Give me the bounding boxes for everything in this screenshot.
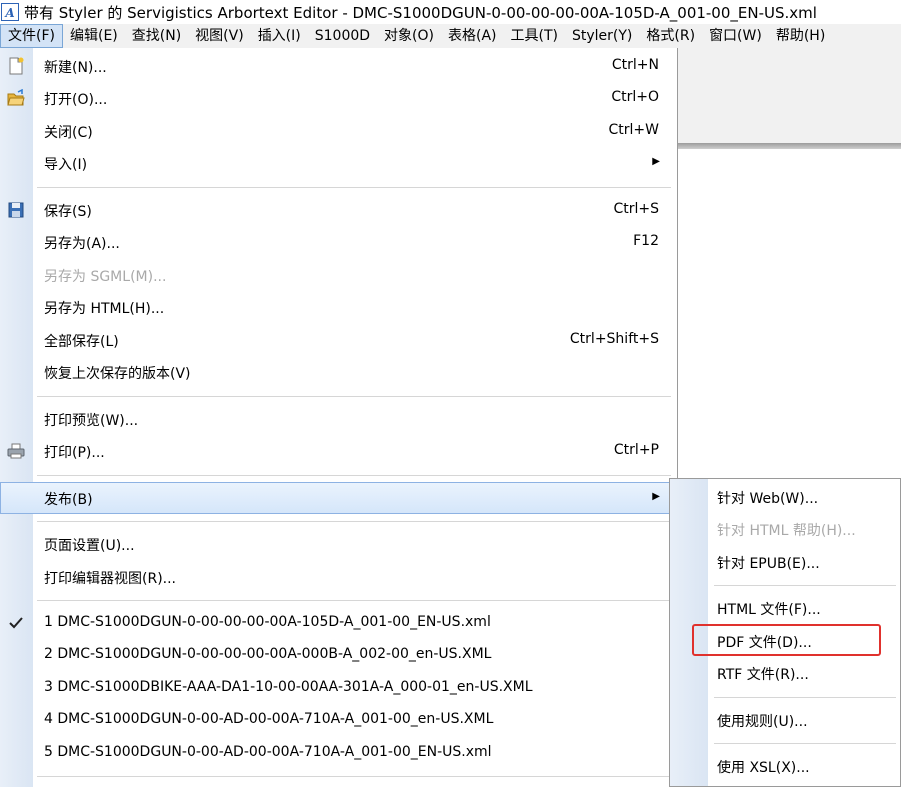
recent-file-item[interactable]: 1 DMC-S1000DGUN-0-00-00-00-00A-105D-A_00…: [0, 607, 677, 639]
menu-item-print-preview[interactable]: 打印预览(W)...: [0, 403, 677, 435]
new-document-icon: [9, 57, 24, 75]
menu-item-save-as-html[interactable]: 另存为 HTML(H)...: [0, 291, 677, 323]
recent-file-item[interactable]: 2 DMC-S1000DGUN-0-00-00-00-00A-000B-A_00…: [0, 639, 677, 671]
menu-view[interactable]: 视图(V): [188, 24, 251, 48]
arbortext-app-icon[interactable]: A: [1, 3, 19, 21]
pdf-highlight-annotation: [692, 624, 881, 656]
menu-item-page-setup[interactable]: 页面设置(U)...: [0, 528, 677, 560]
submenu-item-html-help: 针对 HTML 帮助(H)...: [717, 523, 856, 539]
menu-insert[interactable]: 插入(I): [251, 24, 308, 48]
menu-item-publish[interactable]: 发布(B) ▶: [0, 482, 677, 514]
menu-window[interactable]: 窗口(W): [702, 24, 769, 48]
printer-icon: [7, 443, 25, 459]
menu-separator: [37, 475, 671, 477]
recent-file-item[interactable]: 4 DMC-S1000DGUN-0-00-AD-00-00A-710A-A_00…: [0, 704, 677, 736]
menu-item-save-all[interactable]: 全部保存(L) Ctrl+Shift+S: [0, 324, 677, 356]
submenu-item-html-file[interactable]: HTML 文件(F)...: [670, 592, 900, 624]
menu-find[interactable]: 查找(N): [125, 24, 188, 48]
title-bar: A 带有 Styler 的 Servigistics Arbortext Edi…: [0, 0, 901, 24]
menu-item-print[interactable]: 打印(P)... Ctrl+P: [0, 435, 677, 467]
menu-separator: [714, 585, 896, 587]
menu-file[interactable]: 文件(F): [0, 24, 63, 48]
menu-item-open[interactable]: 打开(O)... Ctrl+O: [0, 82, 677, 114]
menu-styler[interactable]: Styler(Y): [565, 24, 639, 48]
menu-item-revert[interactable]: 恢复上次保存的版本(V): [0, 356, 677, 388]
menu-separator: [37, 187, 671, 189]
menu-object[interactable]: 对象(O): [377, 24, 441, 48]
menu-item-print-editor-view[interactable]: 打印编辑器视图(R)...: [0, 561, 677, 593]
checkmark-icon: [9, 617, 23, 629]
menu-separator: [37, 776, 671, 778]
toolbar-edge: [678, 143, 901, 149]
menu-separator: [714, 697, 896, 699]
recent-file-item[interactable]: 3 DMC-S1000DBIKE-AAA-DA1-10-00-00AA-301A…: [0, 672, 677, 704]
menu-separator: [37, 521, 671, 523]
recent-file-item[interactable]: 5 DMC-S1000DGUN-0-00-AD-00-00A-710A-A_00…: [0, 737, 677, 769]
menu-edit[interactable]: 编辑(E): [63, 24, 125, 48]
menu-separator: [714, 743, 896, 745]
toolbar-area: [678, 48, 901, 143]
submenu-item-use-xsl[interactable]: 使用 XSL(X)...: [670, 750, 900, 782]
menu-tools[interactable]: 工具(T): [504, 24, 565, 48]
menu-item-save[interactable]: 保存(S) Ctrl+S: [0, 194, 677, 226]
open-folder-icon: [7, 89, 25, 106]
submenu-item-use-rules[interactable]: 使用规则(U)...: [670, 704, 900, 736]
submenu-item-rtf-file[interactable]: RTF 文件(R)...: [670, 657, 900, 689]
menu-item-save-as[interactable]: 另存为(A)... F12: [0, 226, 677, 258]
submenu-arrow-icon: ▶: [652, 156, 660, 167]
submenu-item-web[interactable]: 针对 Web(W)...: [670, 481, 900, 513]
submenu-item-epub[interactable]: 针对 EPUB(E)...: [670, 546, 900, 578]
window-title: 带有 Styler 的 Servigistics Arbortext Edito…: [24, 3, 817, 22]
menu-table[interactable]: 表格(A): [441, 24, 504, 48]
menu-format[interactable]: 格式(R): [639, 24, 702, 48]
menu-help[interactable]: 帮助(H): [769, 24, 832, 48]
menu-item-close[interactable]: 关闭(C) Ctrl+W: [0, 115, 677, 147]
menu-separator: [37, 600, 671, 602]
menu-s1000d[interactable]: S1000D: [308, 24, 377, 48]
file-menu-dropdown: 新建(N)... Ctrl+N 打开(O)... Ctrl+O 关闭(C) Ct…: [0, 48, 678, 787]
menu-item-import[interactable]: 导入(I) ▶: [0, 147, 677, 179]
menu-separator: [37, 396, 671, 398]
save-disk-icon: [8, 202, 24, 218]
menu-item-new[interactable]: 新建(N)... Ctrl+N: [0, 50, 677, 82]
menu-bar: 文件(F) 编辑(E) 查找(N) 视图(V) 插入(I) S1000D 对象(…: [0, 24, 901, 48]
menu-item-save-as-sgml: 另存为 SGML(M)...: [44, 269, 167, 285]
submenu-arrow-icon: ▶: [652, 491, 660, 502]
